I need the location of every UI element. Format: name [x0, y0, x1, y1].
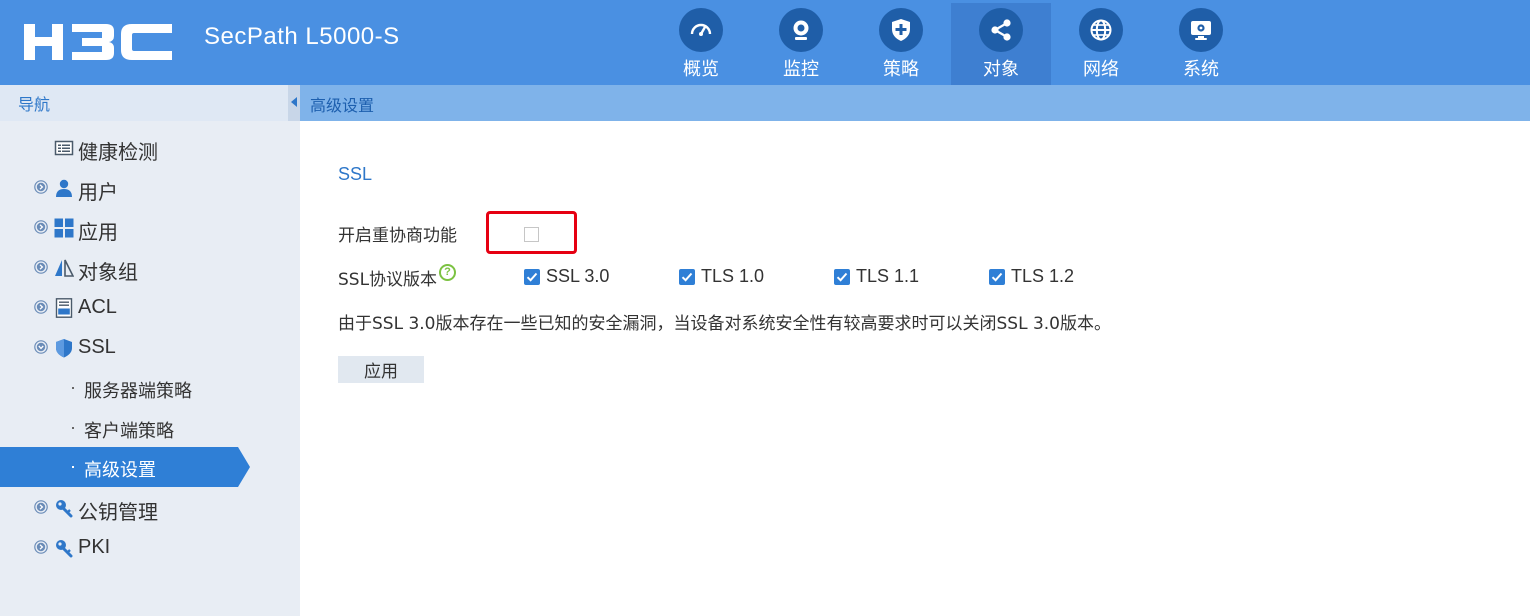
content-header-bar: 高级设置: [300, 85, 1530, 121]
list-icon: [54, 140, 74, 156]
nav-network[interactable]: 网络: [1051, 3, 1151, 85]
tls11-label: TLS 1.1: [856, 266, 920, 286]
sidebar-collapse-button[interactable]: [288, 85, 300, 121]
user-icon: [56, 179, 72, 197]
checkbox-checked-icon: [834, 269, 850, 285]
sidebar-item-health-check[interactable]: 健康检测: [0, 128, 300, 168]
sidebar-item-label: SSL: [78, 336, 116, 358]
nav-policy[interactable]: 策略: [851, 3, 951, 85]
expand-circle-icon: [34, 540, 48, 554]
sidebar-subitem-client-policy[interactable]: 客户端策略: [0, 408, 300, 448]
grid-apps-icon: [54, 218, 74, 238]
acl-document-icon: [55, 298, 73, 318]
sidebar-item-acl[interactable]: ACL: [0, 288, 300, 328]
h3c-logo: [24, 24, 172, 60]
computer-gear-icon: [1179, 8, 1223, 52]
section-title: SSL: [338, 164, 373, 184]
shield-icon: [56, 339, 72, 358]
sidebar-subitem-label: 服务器端策略: [84, 381, 192, 402]
expand-circle-icon: [34, 260, 48, 274]
nav-overview[interactable]: 概览: [651, 3, 751, 85]
bullet-dot: [72, 387, 74, 389]
collapse-arrow-icon: [291, 97, 297, 107]
globe-icon: [1079, 8, 1123, 52]
sidebar-header: 导航: [0, 85, 288, 121]
webcam-monitor-icon: [779, 8, 823, 52]
nav-overview-label: 概览: [683, 59, 719, 80]
sidebar-item-label: ACL: [78, 296, 117, 318]
sidebar-subitem-label: 客户端策略: [84, 421, 174, 442]
nav-network-label: 网络: [1083, 59, 1119, 80]
sidebar-item-user[interactable]: 用户: [0, 168, 300, 208]
checkbox-checked-icon: [679, 269, 695, 285]
sidebar-item-public-key[interactable]: 公钥管理: [0, 488, 300, 528]
protocol-version-label: SSL协议版本: [338, 270, 438, 290]
tls10-label: TLS 1.0: [701, 266, 765, 286]
key-icon: [56, 540, 73, 558]
dashboard-gauge-icon: [679, 8, 723, 52]
sidebar-item-object-group[interactable]: 对象组: [0, 248, 300, 288]
nav-system-label: 系统: [1183, 59, 1219, 80]
checkbox-checked-icon: [989, 269, 1005, 285]
tls12-label: TLS 1.2: [1011, 266, 1075, 286]
ssl30-label: SSL 3.0: [546, 266, 610, 286]
sidebar-subitem-label: 高级设置: [84, 460, 156, 481]
sidebar-title: 导航: [18, 95, 51, 114]
bullet-dot: [72, 466, 74, 468]
nav-system[interactable]: 系统: [1151, 3, 1251, 85]
key-icon: [56, 500, 73, 518]
page-title: 高级设置: [310, 96, 375, 115]
ssl3-security-notice: 由于SSL 3.0版本存在一些已知的安全漏洞，当设备对系统安全性有较高要求时可以…: [338, 314, 1111, 334]
sidebar-item-application[interactable]: 应用: [0, 208, 300, 248]
expand-circle-icon: [34, 220, 48, 234]
expand-circle-icon: [34, 180, 48, 194]
share-nodes-icon: [979, 8, 1023, 52]
nav-monitor-label: 监控: [783, 59, 819, 80]
expand-circle-icon: [34, 300, 48, 314]
triangles-icon: [55, 259, 74, 277]
collapse-circle-icon: [34, 340, 48, 354]
help-icon[interactable]: ?: [439, 264, 456, 281]
nav-objects[interactable]: 对象: [951, 3, 1051, 85]
sidebar-item-label: 公钥管理: [78, 500, 158, 524]
sidebar-item-pki[interactable]: PKI: [0, 528, 300, 568]
sidebar-item-label: 健康检测: [78, 140, 158, 164]
checkbox-checked-icon: [524, 269, 540, 285]
nav-monitor[interactable]: 监控: [751, 3, 851, 85]
sidebar-item-label: PKI: [78, 536, 111, 558]
expand-circle-icon: [34, 500, 48, 514]
sidebar-item-label: 用户: [78, 180, 118, 204]
renegotiation-checkbox[interactable]: [524, 227, 539, 242]
navigation-sidebar: 导航 健康检测 用户 应用 对象组 ACL SSL 服务器端策略 客户端策略 高…: [0, 85, 300, 616]
sidebar-subitem-server-policy[interactable]: 服务器端策略: [0, 368, 300, 408]
shield-plus-icon: [879, 8, 923, 52]
bullet-dot: [72, 427, 74, 429]
sidebar-subitem-advanced-settings[interactable]: 高级设置: [0, 447, 300, 487]
sidebar-item-label: 对象组: [78, 260, 138, 284]
renegotiation-label: 开启重协商功能: [338, 226, 457, 246]
product-name: SecPath L5000-S: [204, 23, 400, 50]
nav-objects-label: 对象: [983, 59, 1019, 80]
sidebar-item-label: 应用: [78, 220, 118, 244]
sidebar-item-ssl[interactable]: SSL: [0, 328, 300, 368]
top-header: SecPath L5000-S 概览 监控 策略 对象 网络 系统: [0, 0, 1530, 85]
nav-policy-label: 策略: [883, 59, 919, 80]
apply-button[interactable]: 应用: [338, 356, 424, 383]
